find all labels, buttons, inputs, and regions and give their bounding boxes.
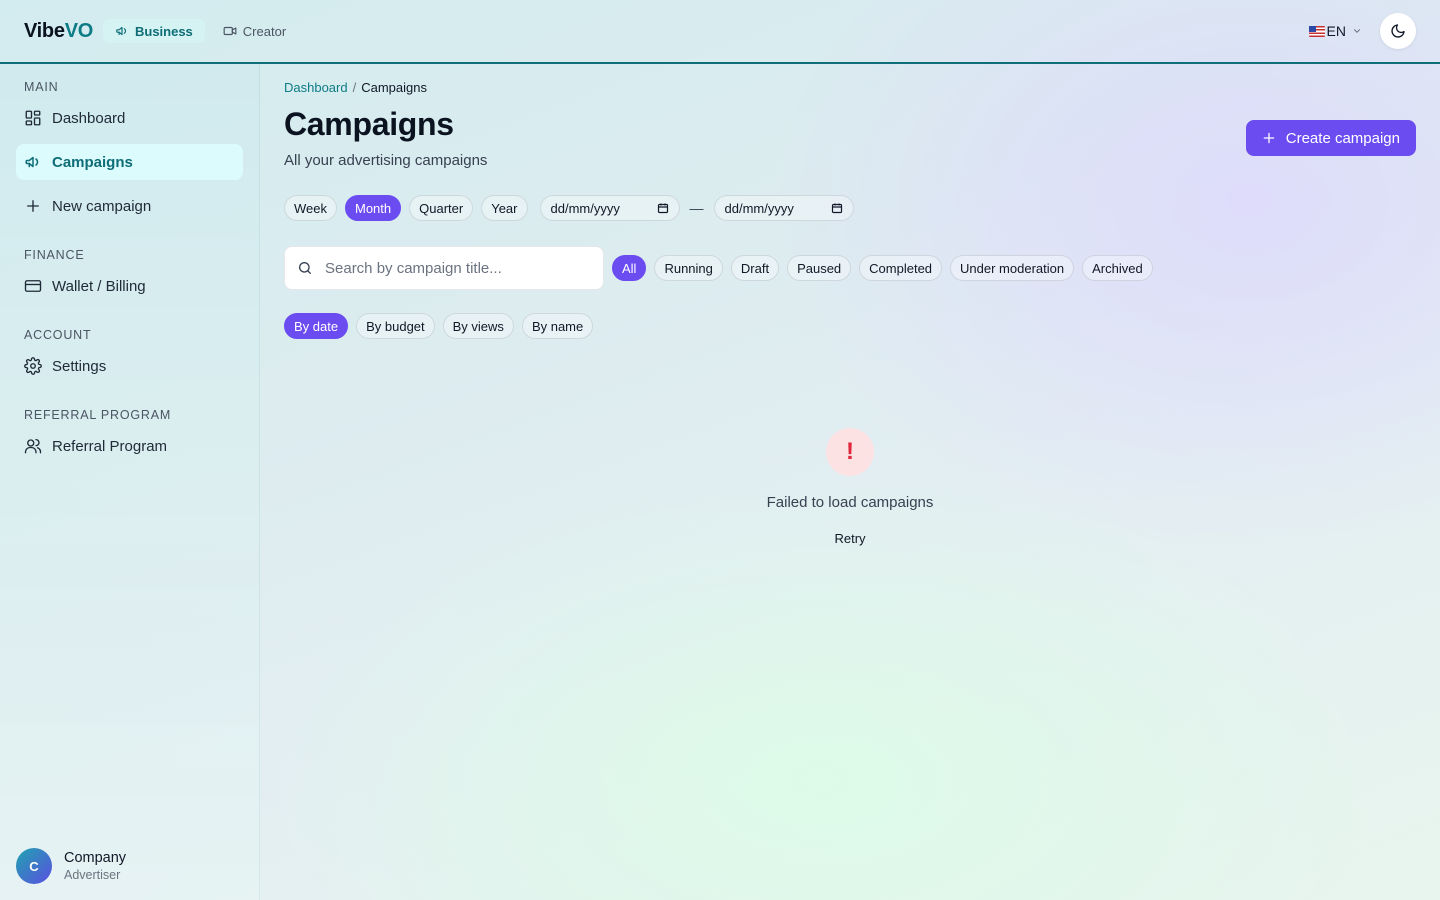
status-under-moderation-chip[interactable]: Under moderation: [950, 255, 1075, 281]
date-to-input[interactable]: dd/mm/yyyy: [713, 195, 854, 221]
chevron-down-icon: [1353, 29, 1361, 33]
status-all-chip[interactable]: All: [612, 255, 647, 281]
avatar: C: [16, 848, 52, 884]
sort-row: By date By budget By views By name: [284, 313, 594, 339]
create-campaign-button[interactable]: Create campaign: [1245, 120, 1416, 156]
card-icon: [24, 280, 42, 292]
breadcrumb-dashboard-link[interactable]: Dashboard: [284, 80, 348, 95]
period-quarter-chip[interactable]: Quarter: [409, 195, 474, 221]
period-week-chip[interactable]: Week: [284, 195, 337, 221]
megaphone-icon: [116, 26, 127, 36]
mode-business-label: Business: [134, 23, 193, 39]
sidebar-item-label: Wallet / Billing: [52, 277, 146, 295]
theme-toggle-button[interactable]: [1380, 13, 1416, 49]
page-subtitle: All your advertising campaigns: [284, 152, 488, 169]
logo[interactable]: VibeVO: [24, 20, 93, 43]
plus-icon: [1263, 132, 1275, 144]
mode-switch: Business Creator: [102, 19, 298, 43]
breadcrumb-current: Campaigns: [361, 80, 427, 95]
status-archived-chip[interactable]: Archived: [1082, 255, 1153, 281]
sidebar: MAIN Dashboard Campaigns New campaign FI…: [0, 64, 260, 900]
create-campaign-label: Create campaign: [1285, 129, 1400, 147]
video-icon: [223, 26, 237, 36]
error-message: Failed to load campaigns: [766, 494, 934, 511]
sort-by-budget-chip[interactable]: By budget: [356, 313, 435, 339]
sort-by-views-chip[interactable]: By views: [442, 313, 514, 339]
main-content: Dashboard / Campaigns Campaigns All your a…: [284, 64, 1416, 900]
mode-creator-label: Creator: [242, 23, 287, 39]
sidebar-item-label: New campaign: [52, 197, 152, 215]
date-from-input[interactable]: dd/mm/yyyy: [539, 195, 680, 221]
calendar-icon: [831, 203, 842, 214]
mode-creator-button[interactable]: Creator: [211, 19, 298, 43]
sidebar-item-label: Settings: [52, 357, 107, 375]
date-from-placeholder: dd/mm/yyyy: [550, 200, 620, 216]
top-right-controls: EN: [1308, 13, 1416, 49]
language-label: EN: [1326, 23, 1346, 39]
grid-icon: [25, 110, 41, 126]
date-to-placeholder: dd/mm/yyyy: [724, 200, 794, 216]
gear-icon: [24, 357, 42, 375]
sidebar-item-dashboard[interactable]: Dashboard: [16, 100, 243, 136]
section-label-finance: FINANCE: [24, 248, 85, 262]
page-title: Campaigns: [284, 106, 454, 142]
status-draft-chip[interactable]: Draft: [730, 255, 780, 281]
error-state: ! Failed to load campaigns Retry: [284, 428, 1416, 548]
plus-icon: [27, 200, 39, 212]
section-label-account: ACCOUNT: [24, 328, 92, 342]
period-year-chip[interactable]: Year: [481, 195, 528, 221]
sidebar-item-settings[interactable]: Settings: [16, 348, 243, 384]
user-role: Advertiser: [64, 868, 121, 882]
status-running-chip[interactable]: Running: [654, 255, 723, 281]
moon-icon: [1391, 24, 1405, 38]
sidebar-item-label: Dashboard: [52, 109, 126, 127]
mode-business-button[interactable]: Business: [102, 19, 205, 43]
user-name: Company: [64, 850, 127, 866]
search-box[interactable]: [284, 246, 604, 290]
user-profile[interactable]: C Company Advertiser: [16, 848, 126, 884]
section-label-referral: REFERRAL PROGRAM: [24, 408, 172, 422]
top-bar: VibeVO Business Creator EN: [0, 0, 1440, 64]
sidebar-item-label: Referral Program: [52, 437, 168, 455]
search-input[interactable]: [325, 259, 585, 277]
date-range-separator: —: [689, 200, 704, 216]
status-paused-chip[interactable]: Paused: [787, 255, 852, 281]
megaphone-icon: [25, 156, 39, 168]
status-filter-row: All Running Draft Paused Completed Under…: [284, 246, 1153, 290]
section-label-main: MAIN: [24, 80, 59, 94]
sort-by-date-chip[interactable]: By date: [284, 313, 349, 339]
status-completed-chip[interactable]: Completed: [859, 255, 943, 281]
us-flag-icon: [1308, 25, 1325, 37]
period-filter-row: Week Month Quarter Year dd/mm/yyyy — dd/…: [284, 195, 854, 221]
error-icon: !: [826, 428, 874, 476]
breadcrumb-separator: /: [352, 80, 357, 95]
sort-by-name-chip[interactable]: By name: [521, 313, 594, 339]
sidebar-item-referral-program[interactable]: Referral Program: [16, 428, 243, 464]
users-icon: [24, 438, 42, 454]
period-month-chip[interactable]: Month: [345, 195, 402, 221]
language-selector[interactable]: EN: [1308, 23, 1362, 39]
sidebar-item-new-campaign[interactable]: New campaign: [16, 188, 243, 224]
retry-button[interactable]: Retry: [834, 531, 865, 546]
search-icon: [299, 262, 311, 274]
sidebar-item-label: Campaigns: [52, 153, 133, 171]
sidebar-item-wallet-billing[interactable]: Wallet / Billing: [16, 268, 243, 304]
breadcrumb: Dashboard / Campaigns: [284, 80, 427, 95]
sidebar-item-campaigns[interactable]: Campaigns: [16, 144, 243, 180]
calendar-icon: [657, 203, 668, 214]
